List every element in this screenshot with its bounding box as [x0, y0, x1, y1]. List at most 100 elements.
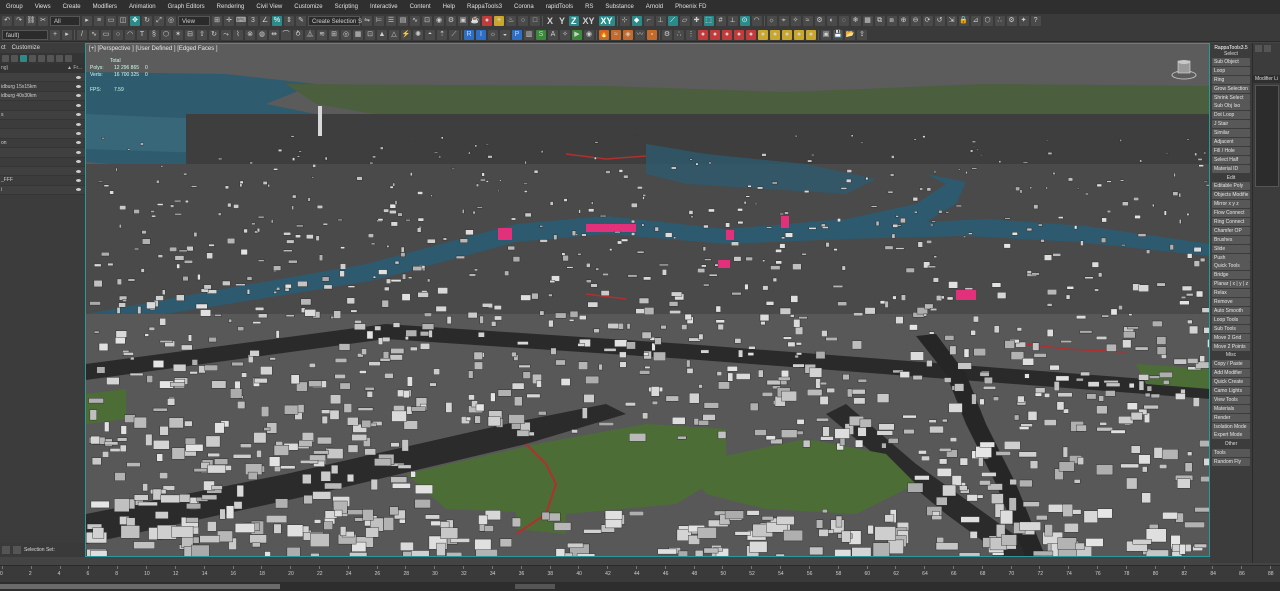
light-icon[interactable]: ☼: [766, 16, 777, 26]
explorer-row[interactable]: _FFF: [0, 176, 85, 186]
named-selection-set-dropdown[interactable]: Create Selection Se: [308, 16, 365, 26]
snap-3d-icon[interactable]: 3: [248, 16, 258, 26]
constraint-z-button[interactable]: Z: [569, 16, 579, 26]
time-slider-track[interactable]: [0, 584, 280, 589]
undo-icon[interactable]: ↶: [2, 16, 12, 26]
rs-light-icon[interactable]: ☼: [488, 29, 498, 40]
rappa-btn-tools[interactable]: Tools: [1212, 449, 1250, 458]
menu-item-rapidtools[interactable]: rapidTools: [540, 0, 579, 14]
rapid-yellow-2-icon[interactable]: ●: [770, 29, 780, 40]
snap-perp-icon[interactable]: ⟂: [727, 16, 738, 26]
help-icon[interactable]: ?: [1030, 16, 1041, 26]
rappa-btn-loop[interactable]: Loop: [1212, 66, 1250, 75]
explorer-row[interactable]: [0, 120, 85, 130]
explorer-row[interactable]: [0, 129, 85, 139]
menu-item-animation[interactable]: Animation: [123, 0, 162, 14]
rappa-btn-move-2-points[interactable]: Move 2 Points: [1212, 342, 1250, 351]
explorer-row[interactable]: [0, 73, 85, 83]
rappa-btn-random-fly[interactable]: Random Fly: [1212, 458, 1250, 467]
rs-proxy-icon[interactable]: P: [512, 29, 522, 40]
layer-dropdown[interactable]: fault): [2, 29, 48, 40]
rect-selection-icon[interactable]: ▭: [106, 16, 116, 26]
symmetry-icon[interactable]: ⇹: [269, 29, 279, 40]
circle-tool-icon[interactable]: ○: [113, 29, 123, 40]
rapid-red-4-icon[interactable]: ●: [734, 29, 744, 40]
rappa-btn-ring[interactable]: Ring: [1212, 75, 1250, 84]
rendered-frame-window-icon[interactable]: ▣: [458, 16, 468, 26]
snap-toggle-icon[interactable]: ⊹: [619, 16, 630, 26]
select-rotate-icon[interactable]: ↻: [142, 16, 152, 26]
snap-bbox-icon[interactable]: ⬚: [703, 16, 714, 26]
phoenix-ocean-icon[interactable]: 〰: [635, 29, 645, 40]
isolate-selection-icon[interactable]: [2, 546, 10, 554]
normal-icon[interactable]: ⇡: [437, 29, 447, 40]
rappa-btn-auto-smooth[interactable]: Auto Smooth: [1212, 306, 1250, 315]
unlink-icon[interactable]: ✂: [38, 16, 48, 26]
rappa-btn-render[interactable]: Render: [1212, 413, 1250, 422]
menu-item-arnold[interactable]: Arnold: [640, 0, 669, 14]
cap-holes-icon[interactable]: ◓: [425, 29, 435, 40]
boolean-icon[interactable]: ⊗: [245, 29, 255, 40]
collapse-icon[interactable]: ⇲: [946, 16, 957, 26]
rappa-btn-j-stair[interactable]: J Stair: [1212, 120, 1250, 129]
open-icon[interactable]: 📂: [845, 29, 855, 40]
rs-volume-icon[interactable]: ▥: [524, 29, 534, 40]
rappa-btn-copy-paste[interactable]: Copy / Paste: [1212, 360, 1250, 369]
arnold-ipr-icon[interactable]: ▶: [572, 29, 582, 40]
select-object-icon[interactable]: ▸: [82, 16, 92, 26]
rappa-btn-bridge[interactable]: Bridge: [1212, 271, 1250, 280]
edit-mesh-icon[interactable]: △: [389, 29, 399, 40]
visibility-eye-icon[interactable]: [76, 141, 81, 145]
optimize-icon[interactable]: ⚡: [401, 29, 411, 40]
bend-icon[interactable]: ⌒: [281, 29, 291, 40]
rapid-yellow-1-icon[interactable]: ●: [758, 29, 768, 40]
rapid-array-icon[interactable]: ⋮: [686, 29, 696, 40]
toggle-layer-explorer-icon[interactable]: ☰: [386, 16, 396, 26]
visibility-eye-icon[interactable]: [76, 188, 81, 192]
scatter-icon[interactable]: ∴: [994, 16, 1005, 26]
rapid-scatter-icon[interactable]: ∴: [674, 29, 684, 40]
select-manipulate-icon[interactable]: ✛: [224, 16, 234, 26]
visibility-eye-icon[interactable]: [76, 103, 81, 107]
rappa-btn-dot-loop[interactable]: Dot Loop: [1212, 111, 1250, 120]
explorer-row[interactable]: [0, 148, 85, 158]
explorer-row[interactable]: idburg 15x15km: [0, 82, 85, 92]
visibility-eye-icon[interactable]: [76, 169, 81, 173]
time-slider-thumb[interactable]: [515, 584, 555, 589]
menu-item-rappatools3[interactable]: RappaTools3: [461, 0, 508, 14]
select-scale-icon[interactable]: ⤢: [154, 16, 164, 26]
modifier-stack[interactable]: [1255, 85, 1279, 187]
menu-item-graph-editors[interactable]: Graph Editors: [162, 0, 211, 14]
rappa-btn-quick-create[interactable]: Quick Create: [1212, 378, 1250, 387]
pivot-center-icon[interactable]: ⊞: [212, 16, 222, 26]
visibility-eye-icon[interactable]: [76, 132, 81, 136]
rappa-btn-material-id[interactable]: Material ID: [1212, 164, 1250, 173]
rappa-btn-push[interactable]: Push: [1212, 253, 1250, 262]
rappa-btn-isolation-mode[interactable]: Isolation Mode: [1212, 422, 1250, 431]
rappa-btn-planar-x-y-z[interactable]: Planar | x | y | z: [1212, 280, 1250, 289]
toggle-ribbon-icon[interactable]: ▤: [398, 16, 408, 26]
isolate-icon[interactable]: ◐: [826, 16, 837, 26]
rappa-btn-chamfer-op[interactable]: Chamfer OP: [1212, 226, 1250, 235]
group-icon[interactable]: ⧉: [874, 16, 885, 26]
visibility-eye-icon[interactable]: [76, 178, 81, 182]
rappa-btn-expert-mode[interactable]: Expert Mode: [1212, 431, 1250, 440]
menu-item-scripting[interactable]: Scripting: [329, 0, 364, 14]
select-by-name-icon[interactable]: ≡: [94, 16, 104, 26]
percent-snap-icon[interactable]: %: [272, 16, 282, 26]
menu-item-civil-view[interactable]: Civil View: [250, 0, 288, 14]
export-icon[interactable]: ⇪: [857, 29, 867, 40]
phoenix-liquid-icon[interactable]: ≈: [611, 29, 621, 40]
snap-vertex-icon[interactable]: ◆: [631, 16, 642, 26]
rappa-btn-sub-tools[interactable]: Sub Tools: [1212, 324, 1250, 333]
rapid-red-1-icon[interactable]: ●: [698, 29, 708, 40]
modify-tab-icon[interactable]: [1264, 45, 1271, 52]
taper-icon[interactable]: ⏅: [305, 29, 315, 40]
align-icon[interactable]: ⊨: [374, 16, 384, 26]
script-icon[interactable]: ✦: [1018, 16, 1029, 26]
menu-item-phoenix-fd[interactable]: Phoenix FD: [669, 0, 712, 14]
explorer-tab-customize[interactable]: Customize: [12, 43, 40, 53]
rappa-btn-brushes[interactable]: Brushes: [1212, 235, 1250, 244]
rappa-btn-similar[interactable]: Similar: [1212, 129, 1250, 138]
render-setup-icon[interactable]: ⚙: [446, 16, 456, 26]
